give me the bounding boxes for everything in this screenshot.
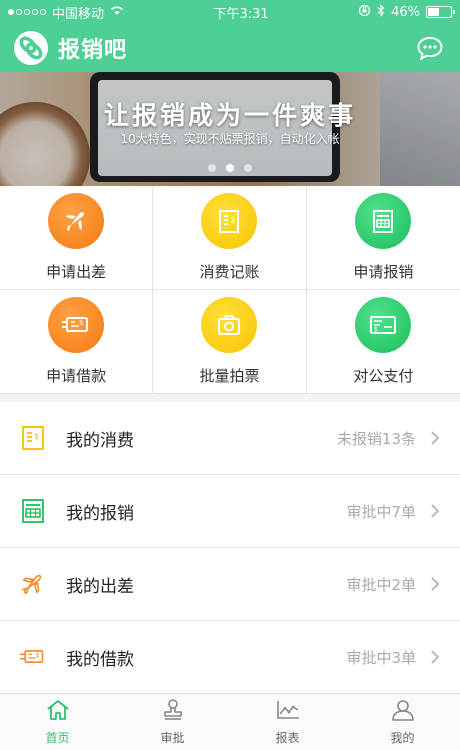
app-title: 报销吧 (58, 38, 128, 63)
list-item-label: 我的消费 (66, 430, 134, 451)
list-item-status: 审批中3单 (346, 648, 416, 667)
carrier-name: 中国移动 (52, 6, 105, 22)
expense-form-icon (18, 496, 48, 526)
status-bar: 中国移动 下午3:31 46% (0, 0, 460, 24)
tab-approval[interactable]: 审批 (115, 694, 230, 750)
list-item-my-loans[interactable]: $ 我的借款 审批中3单 (0, 621, 460, 694)
action-label: 申请出差 (46, 263, 107, 281)
receipt-icon: $ (18, 423, 48, 453)
list-item-status: 审批中2单 (346, 575, 416, 594)
orientation-lock-icon (358, 4, 371, 21)
svg-text:$: $ (231, 215, 236, 224)
user-icon (390, 698, 416, 726)
camera-icon (201, 297, 258, 353)
tab-profile[interactable]: 我的 (345, 694, 460, 750)
chevron-right-icon (428, 431, 442, 445)
clock: 下午3:31 (213, 6, 269, 22)
tab-reports[interactable]: 报表 (230, 694, 345, 750)
action-label: 批量拍票 (199, 367, 260, 385)
action-label: 消费记账 (199, 263, 260, 281)
list-item-my-trips[interactable]: 我的出差 审批中2单 (0, 548, 460, 621)
signal-strength-icon (8, 9, 46, 15)
chart-icon (275, 698, 301, 726)
list-item-label: 我的借款 (66, 649, 134, 670)
list-item-my-expenses[interactable]: $ 我的消费 未报销13条 (0, 402, 460, 475)
tab-label: 报表 (275, 731, 300, 745)
action-label: 申请借款 (46, 367, 107, 385)
expense-form-icon (355, 193, 412, 249)
pager-dot[interactable] (244, 164, 252, 172)
wifi-icon (110, 5, 124, 20)
list-item-label: 我的报销 (66, 503, 134, 524)
stamp-icon (160, 698, 186, 726)
action-label: 对公支付 (353, 367, 414, 385)
chat-bubble-icon[interactable] (414, 32, 446, 64)
tab-label: 我的 (390, 731, 415, 745)
receipt-icon: $ (201, 193, 258, 249)
tab-label: 首页 (45, 731, 70, 745)
quick-actions-grid: 申请出差 $ 消费记账 申请报销 $ 申请借款 批量拍票 $ 对公支付 (0, 186, 460, 394)
chevron-right-icon (428, 650, 442, 664)
list-item-label: 我的出差 (66, 576, 134, 597)
link-logo-icon (14, 31, 48, 65)
list-item-status: 审批中7单 (346, 502, 416, 521)
app-header: 报销吧 (0, 24, 460, 72)
list-item-my-reimbursements[interactable]: 我的报销 审批中7单 (0, 475, 460, 548)
home-icon (45, 698, 71, 726)
action-label: 申请报销 (353, 263, 414, 281)
action-corporate-payment[interactable]: $ 对公支付 (306, 290, 460, 394)
svg-text:$: $ (36, 652, 40, 659)
bluetooth-icon (377, 3, 385, 21)
action-apply-trip[interactable]: 申请出差 (0, 186, 154, 290)
check-payment-icon: $ (355, 297, 412, 353)
bottom-tab-bar: 首页 审批 报表 我的 (0, 693, 460, 750)
action-batch-photo[interactable]: 批量拍票 (153, 290, 307, 394)
svg-text:$: $ (34, 432, 39, 441)
brand: 报销吧 (14, 31, 127, 65)
list-item-status: 未报销13条 (336, 429, 416, 448)
action-apply-reimbursement[interactable]: 申请报销 (306, 186, 460, 290)
svg-text:$: $ (79, 319, 83, 327)
loan-card-icon: $ (18, 642, 48, 672)
banner-pager[interactable] (0, 164, 460, 172)
battery-percent: 46% (391, 4, 420, 20)
airplane-icon (18, 569, 48, 599)
tab-home[interactable]: 首页 (0, 694, 115, 750)
summary-list: $ 我的消费 未报销13条 我的报销 审批中7单 我的出差 审批中2单 $ 我的… (0, 402, 460, 694)
action-apply-loan[interactable]: $ 申请借款 (0, 290, 154, 394)
battery-icon (426, 6, 455, 18)
chevron-right-icon (428, 577, 442, 591)
chevron-right-icon (428, 504, 442, 518)
banner-subtitle: 10大特色，实现不贴票报销，自动化入帐 (120, 132, 340, 146)
action-record-expense[interactable]: $ 消费记账 (153, 186, 307, 290)
banner-title: 让报销成为一件爽事 (103, 101, 356, 130)
pager-dot[interactable] (208, 164, 216, 172)
promo-banner[interactable]: 让报销成为一件爽事 10大特色，实现不贴票报销，自动化入帐 (0, 72, 460, 186)
tab-label: 审批 (160, 731, 185, 745)
airplane-icon (48, 193, 105, 249)
svg-text:$: $ (374, 326, 378, 333)
loan-card-icon: $ (48, 297, 105, 353)
pager-dot-active[interactable] (226, 164, 234, 172)
